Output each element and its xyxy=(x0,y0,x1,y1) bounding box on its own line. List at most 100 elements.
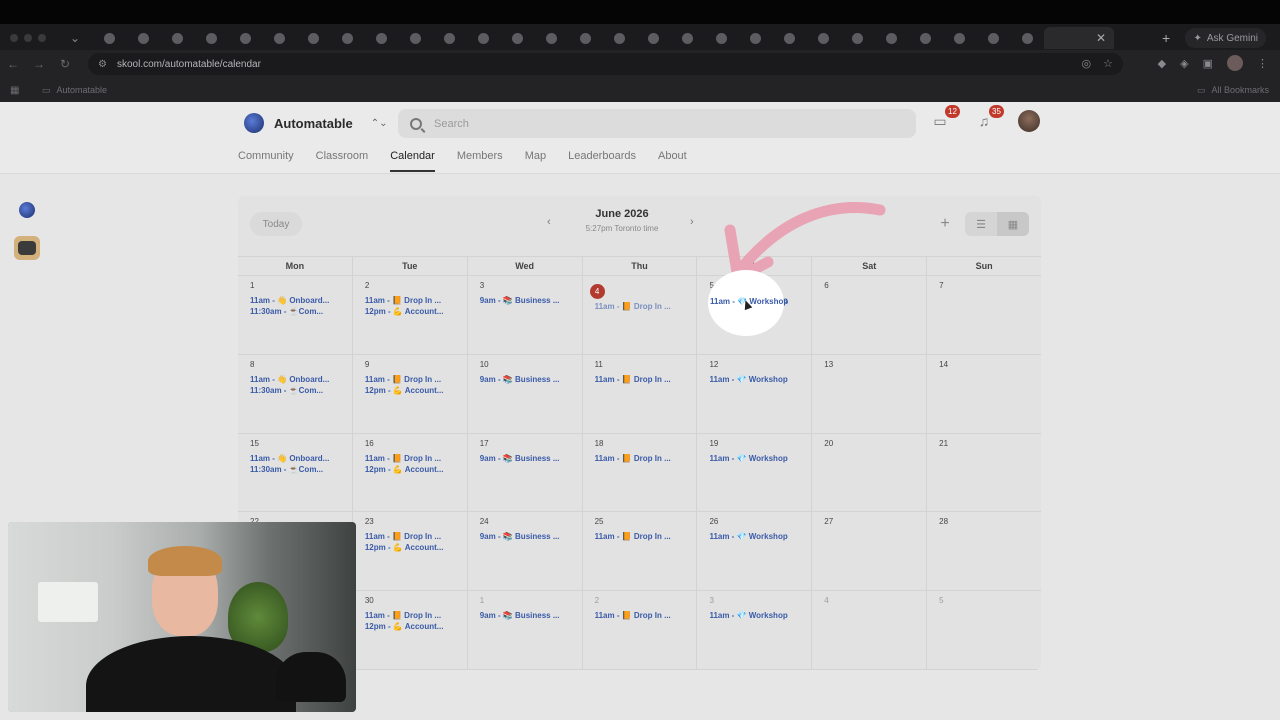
calendar-day[interactable]: 23 11am - 📙 Drop In ... 12pm - 💪 Account..… xyxy=(353,512,468,591)
back-icon[interactable]: ← xyxy=(0,57,26,71)
tab-favicon-icon[interactable] xyxy=(330,28,364,48)
tab-favicon-icon[interactable] xyxy=(942,28,976,48)
calendar-event[interactable]: 11am - 👋 Onboard... xyxy=(250,296,352,305)
tab-favicon-icon[interactable] xyxy=(500,28,534,48)
tab-favicon-icon[interactable] xyxy=(364,28,398,48)
calendar-day[interactable]: 17 9am - 📚 Business ... xyxy=(468,433,583,512)
calendar-day[interactable]: 1 9am - 📚 Business ... xyxy=(468,591,583,669)
tab-favicon-icon[interactable] xyxy=(92,28,126,48)
calendar-day[interactable]: 27 xyxy=(812,512,928,591)
calendar-day[interactable]: 30 11am - 📙 Drop In ... 12pm - 💪 Account..… xyxy=(353,591,468,669)
forward-icon[interactable]: → xyxy=(26,57,52,71)
calendar-event[interactable]: 11am - 💎 Workshop xyxy=(709,611,811,620)
apps-grid-icon[interactable]: ▦ xyxy=(10,85,20,96)
calendar-event[interactable]: 11am - 📙 Drop In ... xyxy=(595,375,697,384)
tab-favicon-icon[interactable] xyxy=(194,28,228,48)
calendar-day[interactable]: 9 11am - 📙 Drop In ... 12pm - 💪 Account... xyxy=(353,354,468,433)
active-tab[interactable]: ✕ xyxy=(1044,27,1114,49)
menu-icon[interactable]: ⋮ xyxy=(1257,57,1268,70)
calendar-day[interactable]: 3 11am - 💎 Workshop xyxy=(697,591,813,669)
calendar-event[interactable]: 11am - 💎 Workshop xyxy=(709,454,811,463)
calendar-event[interactable]: 9am - 📚 Business ... xyxy=(480,611,582,620)
tab-favicon-icon[interactable] xyxy=(636,28,670,48)
tab-favicon-icon[interactable] xyxy=(398,28,432,48)
tab-favicon-icon[interactable] xyxy=(908,28,942,48)
calendar-event[interactable]: 11am - 📙 Drop In ... xyxy=(595,302,697,311)
calendar-event[interactable]: 11am - 📙 Drop In ... xyxy=(595,454,697,463)
calendar-event[interactable]: 11am - 📙 Drop In ... xyxy=(365,611,467,620)
calendar-event[interactable]: 11am - 📙 Drop In ... xyxy=(365,532,467,541)
next-month-icon[interactable]: › xyxy=(690,216,694,228)
chat-icon[interactable]: ▭ 12 xyxy=(930,105,960,131)
rail-community-other[interactable] xyxy=(14,236,40,260)
new-tab-icon[interactable]: + xyxy=(1162,30,1170,46)
calendar-day[interactable]: 26 11am - 💎 Workshop xyxy=(697,512,813,591)
extension-icon[interactable]: ◆ xyxy=(1158,57,1166,70)
calendar-event[interactable]: 11am - 📙 Drop In ... xyxy=(365,375,467,384)
calendar-day[interactable]: 18 11am - 📙 Drop In ... xyxy=(583,433,698,512)
add-event-button[interactable]: + xyxy=(933,215,957,233)
calendar-day[interactable]: 1 11am - 👋 Onboard... 11:30am - ☕Com... xyxy=(238,276,353,354)
site-settings-icon[interactable]: ⚙ xyxy=(98,59,107,70)
bookmark-folder[interactable]: ▭ Automatable xyxy=(42,85,107,96)
search-input[interactable]: Search xyxy=(398,109,916,138)
tab-favicon-icon[interactable] xyxy=(466,28,500,48)
gemini-button[interactable]: ✦ Ask Gemini xyxy=(1185,28,1266,48)
switch-community-icon[interactable]: ⌃⌄ xyxy=(371,118,388,129)
calendar-day[interactable]: 19 11am - 💎 Workshop xyxy=(697,433,813,512)
calendar-view-icon[interactable]: ▦ xyxy=(997,212,1029,236)
calendar-event[interactable]: 11am - 📙 Drop In ... xyxy=(595,532,697,541)
calendar-event[interactable]: 12pm - 💪 Account... xyxy=(365,543,467,552)
tab-favicon-icon[interactable] xyxy=(704,28,738,48)
list-view-icon[interactable]: ☰ xyxy=(965,212,997,236)
extension-icon[interactable]: ◈ xyxy=(1180,57,1188,70)
tab-favicon-icon[interactable] xyxy=(126,28,160,48)
tab-search-icon[interactable]: ⌄ xyxy=(58,28,92,48)
nav-tab-calendar[interactable]: Calendar xyxy=(390,148,435,172)
window-controls[interactable] xyxy=(10,34,46,42)
calendar-event[interactable]: 11am - 👋 Onboard... xyxy=(250,375,352,384)
nav-tab-map[interactable]: Map xyxy=(525,148,546,172)
calendar-day[interactable]: 4 11am - 📙 Drop In ... xyxy=(583,276,698,354)
nav-tab-classroom[interactable]: Classroom xyxy=(316,148,369,172)
calendar-event[interactable]: 11:30am - ☕Com... xyxy=(250,386,352,395)
calendar-event[interactable]: 11:30am - ☕Com... xyxy=(250,307,352,316)
calendar-day[interactable]: 2 11am - 📙 Drop In ... xyxy=(583,591,698,669)
calendar-day[interactable]: 14 xyxy=(927,355,1041,433)
nav-tab-about[interactable]: About xyxy=(658,148,687,172)
calendar-day[interactable]: 10 9am - 📚 Business ... xyxy=(468,354,583,433)
tab-favicon-icon[interactable] xyxy=(874,28,908,48)
calendar-event[interactable]: 9am - 📚 Business ... xyxy=(480,454,582,463)
calendar-day[interactable]: 8 11am - 👋 Onboard... 11:30am - ☕Com... xyxy=(238,354,353,433)
nav-tab-community[interactable]: Community xyxy=(238,148,294,172)
calendar-event[interactable]: 12pm - 💪 Account... xyxy=(365,307,467,316)
tab-favicon-icon[interactable] xyxy=(738,28,772,48)
calendar-event[interactable]: 9am - 📚 Business ... xyxy=(480,296,582,305)
nav-tab-leaderboards[interactable]: Leaderboards xyxy=(568,148,636,172)
nav-tab-members[interactable]: Members xyxy=(457,148,503,172)
calendar-day[interactable]: 4 xyxy=(812,591,928,669)
tab-favicon-icon[interactable] xyxy=(772,28,806,48)
close-tab-icon[interactable]: ✕ xyxy=(1096,31,1106,45)
calendar-day[interactable]: 3 9am - 📚 Business ... xyxy=(468,276,583,354)
extensions-puzzle-icon[interactable]: ▣ xyxy=(1203,57,1213,70)
bell-icon[interactable]: ♫ 35 xyxy=(974,105,1004,131)
tab-favicon-icon[interactable] xyxy=(1010,28,1044,48)
tab-favicon-icon[interactable] xyxy=(602,28,636,48)
calendar-event[interactable]: 11am - 💎 Workshop xyxy=(709,532,811,541)
reload-icon[interactable]: ↻ xyxy=(52,57,78,71)
calendar-event[interactable]: 11am - 📙 Drop In ... xyxy=(365,296,467,305)
tab-favicon-icon[interactable] xyxy=(160,28,194,48)
tab-favicon-icon[interactable] xyxy=(432,28,466,48)
tab-favicon-icon[interactable] xyxy=(840,28,874,48)
calendar-day[interactable]: 24 9am - 📚 Business ... xyxy=(468,512,583,591)
calendar-day[interactable]: 16 11am - 📙 Drop In ... 12pm - 💪 Account..… xyxy=(353,433,468,512)
bookmark-star-icon[interactable]: ☆ xyxy=(1103,57,1113,70)
calendar-event[interactable]: 12pm - 💪 Account... xyxy=(365,386,467,395)
eye-off-icon[interactable]: ◎ xyxy=(1082,57,1092,70)
profile-avatar[interactable] xyxy=(1227,55,1243,71)
calendar-day[interactable]: 25 11am - 📙 Drop In ... xyxy=(583,512,698,591)
calendar-day[interactable]: 11 11am - 📙 Drop In ... xyxy=(583,354,698,433)
tab-favicon-icon[interactable] xyxy=(262,28,296,48)
calendar-day[interactable]: 28 xyxy=(927,512,1041,590)
